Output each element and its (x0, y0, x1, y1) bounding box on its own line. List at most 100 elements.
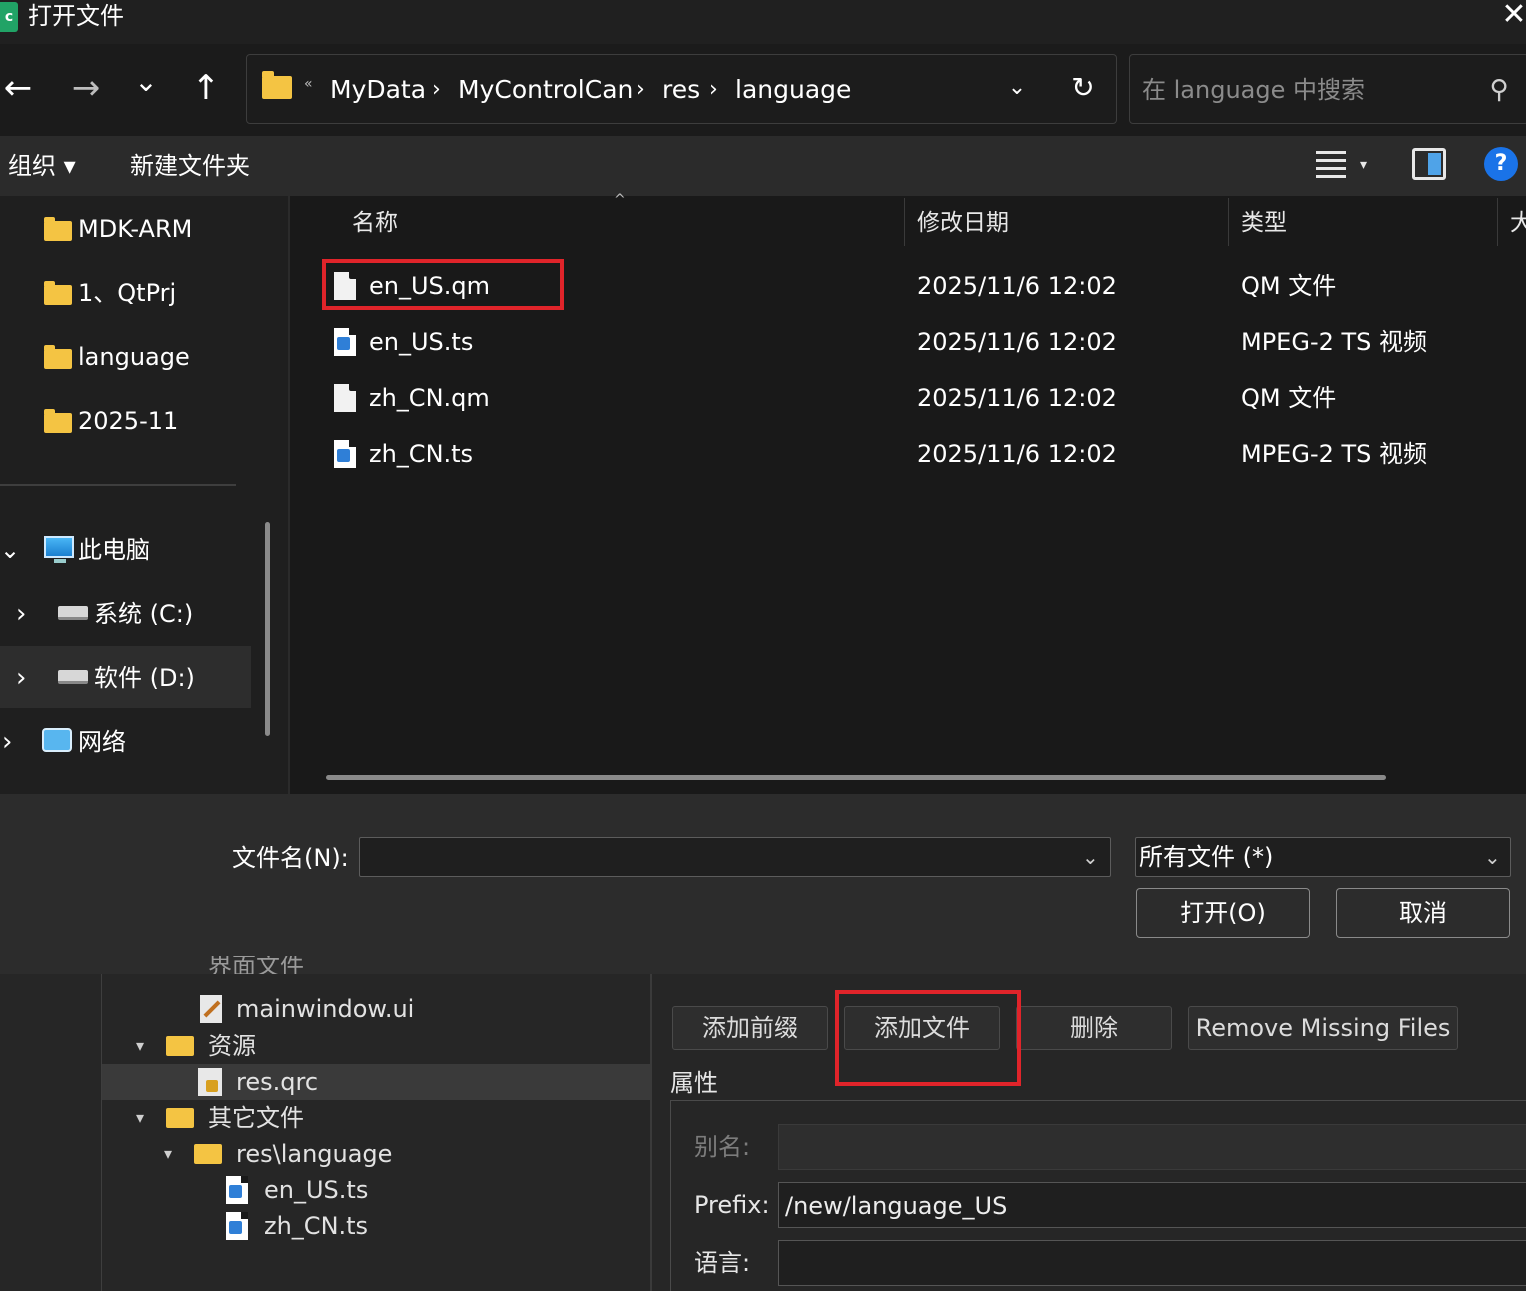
search-icon[interactable]: ⚲ (1482, 70, 1516, 110)
tree-item-label: mainwindow.ui (236, 995, 415, 1023)
horizontal-scrollbar[interactable] (326, 775, 1386, 780)
expand-arrow-icon[interactable]: ▾ (136, 1100, 144, 1136)
chevron-down-icon[interactable]: ⌄ (1484, 840, 1501, 874)
column-separator[interactable] (1497, 198, 1498, 246)
address-dropdown-icon[interactable]: ⌄ (1000, 66, 1034, 110)
file-name: en_US.ts (369, 328, 474, 356)
sort-ascending-icon: ^ (614, 192, 626, 208)
sidebar-item-mdk-arm[interactable]: MDK-ARM (0, 197, 251, 261)
expand-arrow-icon[interactable]: ▾ (136, 1028, 144, 1064)
preview-pane-icon[interactable] (1412, 148, 1446, 180)
file-row[interactable]: zh_CN.ts 2025/11/6 12:02 MPEG-2 TS 视频 (320, 426, 1526, 482)
sidebar-scrollbar[interactable] (265, 522, 270, 736)
ts-file-icon (226, 1176, 248, 1204)
breadcrumb-separator-icon[interactable]: › (432, 70, 441, 110)
chevron-down-icon[interactable]: ⌄ (0, 518, 20, 582)
cancel-button[interactable]: 取消 (1336, 888, 1510, 938)
tree-item-res-language[interactable]: ▾ res\language (102, 1136, 650, 1172)
column-header-size[interactable]: 大 (1510, 200, 1526, 246)
forward-arrow-icon[interactable]: → (62, 56, 110, 122)
view-list-icon[interactable] (1314, 148, 1350, 182)
view-options-caret-icon[interactable]: ▾ (1360, 150, 1367, 180)
annotation-highlight-box (322, 259, 564, 310)
column-header-date[interactable]: 修改日期 (917, 200, 1009, 246)
folder-icon (194, 1144, 222, 1164)
organize-button[interactable]: 组织 ▾ (8, 145, 76, 187)
column-header-type[interactable]: 类型 (1241, 200, 1287, 246)
prefix-field[interactable]: /new/language_US (778, 1182, 1526, 1228)
close-icon[interactable]: ✕ (1496, 0, 1526, 32)
remove-missing-files-button[interactable]: Remove Missing Files (1188, 1006, 1458, 1050)
filename-label: 文件名(N): (232, 844, 349, 872)
breadcrumb-language[interactable]: language (735, 70, 851, 110)
sidebar-item-label: 系统 (C:) (94, 600, 194, 628)
recent-locations-chevron-icon[interactable]: ⌄ (122, 56, 170, 122)
tree-item-res-qrc[interactable]: res.qrc (102, 1064, 650, 1100)
sidebar-item-drive-c[interactable]: › 系统 (C:) (0, 582, 251, 646)
chevron-down-icon[interactable]: ⌄ (1082, 840, 1099, 874)
sidebar-item-network[interactable]: › 网络 (0, 710, 251, 774)
breadcrumb-separator-icon[interactable]: › (709, 70, 718, 110)
sidebar-item-drive-d[interactable]: › 软件 (D:) (0, 646, 251, 710)
search-input[interactable] (1142, 70, 1462, 110)
folder-icon (44, 409, 72, 433)
column-separator[interactable] (1228, 198, 1229, 246)
column-header-name[interactable]: 名称 (352, 200, 398, 246)
drive-icon (58, 670, 88, 684)
breadcrumb-separator-icon[interactable]: › (636, 70, 645, 110)
sidebar-item-qtprj[interactable]: 1、QtPrj (0, 261, 251, 325)
file-type-value: 所有文件 (*) (1139, 843, 1274, 871)
help-icon[interactable]: ? (1484, 147, 1518, 181)
open-button[interactable]: 打开(O) (1136, 888, 1310, 938)
folder-icon (44, 345, 72, 369)
file-type: MPEG-2 TS 视频 (1241, 440, 1428, 468)
sidebar-item-this-pc[interactable]: ⌄ 此电脑 (0, 518, 251, 582)
breadcrumb-mydata[interactable]: MyData (330, 70, 426, 110)
dialog-title: 打开文件 (28, 2, 124, 30)
sidebar-divider (0, 484, 236, 486)
tree-item-other-files[interactable]: ▾ 其它文件 (102, 1100, 650, 1136)
folder-icon (262, 71, 292, 99)
tree-item-label: res.qrc (236, 1068, 319, 1096)
sidebar-item-2025-11[interactable]: 2025-11 (0, 389, 251, 453)
chevron-right-icon[interactable]: › (16, 646, 26, 710)
breadcrumb-mycontrolcan[interactable]: MyControlCan (458, 70, 633, 110)
tree-item-label: 资源 (208, 1032, 256, 1060)
annotation-highlight-box (835, 990, 1021, 1086)
video-file-icon (334, 328, 356, 356)
new-folder-button[interactable]: 新建文件夹 (130, 145, 250, 187)
expand-arrow-icon[interactable]: ▾ (164, 1136, 172, 1172)
chevron-right-icon[interactable]: › (2, 710, 12, 774)
add-prefix-button[interactable]: 添加前缀 (672, 1006, 828, 1050)
breadcrumb-res[interactable]: res (662, 70, 700, 110)
breadcrumb-overflow-icon[interactable]: « (304, 76, 313, 92)
up-arrow-icon[interactable]: ↑ (182, 56, 230, 122)
qrc-file-icon (198, 1068, 222, 1096)
sidebar-item-label: 1、QtPrj (78, 279, 177, 307)
sidebar-item-language[interactable]: language (0, 325, 251, 389)
tree-item-zh-cn-ts[interactable]: zh_CN.ts (102, 1208, 650, 1244)
system-drive-icon (58, 606, 88, 620)
file-date: 2025/11/6 12:02 (917, 272, 1117, 300)
alias-field[interactable] (778, 1124, 1526, 1170)
file-row[interactable]: zh_CN.qm 2025/11/6 12:02 QM 文件 (320, 370, 1526, 426)
remove-button[interactable]: 删除 (1016, 1006, 1172, 1050)
computer-icon (44, 536, 74, 563)
prefix-value: /new/language_US (785, 1192, 1008, 1220)
file-type: MPEG-2 TS 视频 (1241, 328, 1428, 356)
refresh-icon[interactable]: ↻ (1064, 66, 1102, 110)
sidebar-item-label: 2025-11 (78, 407, 179, 435)
sidebar-item-label: MDK-ARM (78, 215, 193, 243)
filename-input[interactable] (366, 840, 1066, 874)
prefix-label: Prefix: (694, 1191, 770, 1219)
tree-item-label: zh_CN.ts (264, 1212, 369, 1240)
file-row[interactable]: en_US.ts 2025/11/6 12:02 MPEG-2 TS 视频 (320, 314, 1526, 370)
tree-item-resources[interactable]: ▾ 资源 (102, 1028, 650, 1064)
back-arrow-icon[interactable]: ← (0, 56, 42, 122)
chevron-right-icon[interactable]: › (16, 582, 26, 646)
column-separator[interactable] (904, 198, 905, 246)
language-field[interactable] (778, 1240, 1526, 1286)
tree-item-mainwindow-ui[interactable]: mainwindow.ui (102, 991, 650, 1027)
tree-item-en-us-ts[interactable]: en_US.ts (102, 1172, 650, 1208)
tree-item-partial[interactable]: 界面文件 (208, 956, 304, 974)
